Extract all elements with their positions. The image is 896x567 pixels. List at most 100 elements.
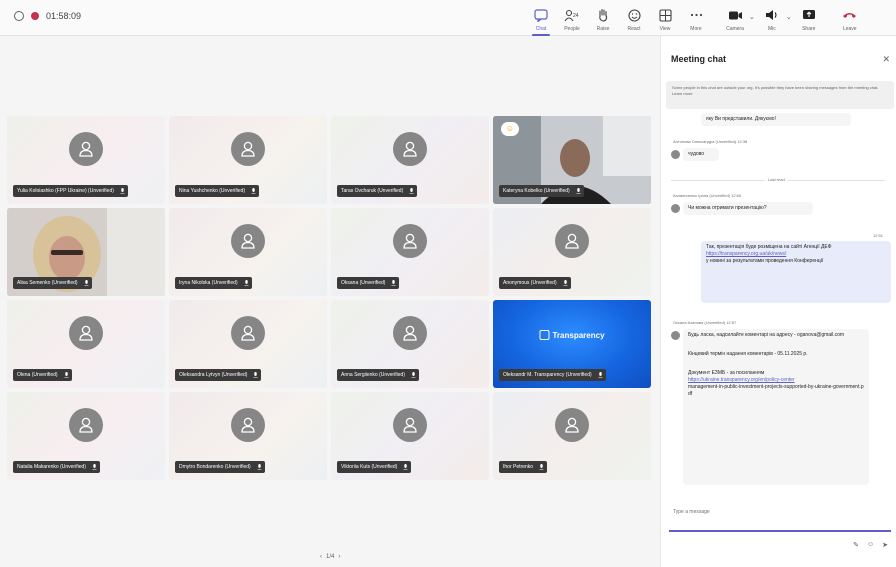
participant-tile[interactable]: Anna Sergiienko (Unverified) — [331, 300, 489, 388]
participant-tile[interactable]: Olena (Unverified) — [7, 300, 165, 388]
people-label: People — [564, 26, 580, 32]
avatar — [69, 132, 103, 167]
participant-tile[interactable]: Oksana (Unverified) — [331, 208, 489, 296]
compose-actions: ✎ ☺ ➤ — [853, 541, 888, 549]
participant-tile[interactable]: Nina Yushchenko (Unverified) — [169, 116, 327, 204]
pager-next-icon[interactable]: › — [338, 554, 340, 560]
person-icon — [403, 418, 417, 434]
more-button[interactable]: More — [683, 3, 709, 35]
avatar — [393, 224, 427, 259]
participant-tile[interactable]: Transparency Oleksandr M. Transparency (U… — [493, 300, 651, 388]
mic-muted-icon — [120, 188, 125, 194]
people-icon: 24 — [564, 7, 580, 23]
participant-name: Natalia Makarenko (Unverified) — [13, 461, 100, 473]
format-icon[interactable]: ✎ — [853, 541, 859, 549]
share-screen-icon — [801, 7, 817, 23]
meeting-chat-panel: Meeting chat ✕ Some people in this chat … — [660, 36, 896, 567]
mic-muted-icon — [251, 188, 256, 194]
meeting-status: 01:58:09 — [14, 11, 81, 21]
presentation-link[interactable]: https://transparency.org.ua/uk/news/ — [706, 251, 886, 258]
chat-messages: яку Ви представили. Дякуємо! Антонова Ол… — [661, 111, 896, 511]
share-label: Share — [802, 26, 816, 32]
participant-tile[interactable]: Dmytro Bondarenko (Unverified) — [169, 392, 327, 480]
grid-view-icon — [657, 7, 673, 23]
leave-button[interactable]: Leave — [837, 3, 863, 35]
participant-name: Anonymous (Unverified) — [499, 277, 571, 289]
participant-tile[interactable]: Natalia Makarenko (Unverified) — [7, 392, 165, 480]
participant-tile[interactable]: ☺ Kateryna Kobelko (Unverified) — [493, 116, 651, 204]
mic-muted-icon — [244, 280, 249, 286]
react-button[interactable]: React — [621, 3, 647, 35]
mic-muted-icon — [84, 280, 89, 286]
avatar — [393, 316, 427, 351]
video-stage: Yulia Koloiashko (FPP Ukraine) (Unverifi… — [0, 36, 660, 567]
more-label: More — [690, 26, 702, 32]
share-button[interactable]: Share — [796, 3, 822, 35]
mic-muted-icon — [576, 188, 581, 194]
camera-options-chevron-icon[interactable]: ⌄ — [749, 13, 755, 35]
chat-message: яку Ви представили. Дякуємо! — [701, 113, 851, 126]
person-icon — [241, 326, 255, 342]
phone-hangup-icon — [842, 7, 858, 23]
chat-compose-input[interactable]: Type a message — [669, 504, 891, 532]
people-button[interactable]: 24 People — [559, 3, 585, 35]
chat-label: Chat — [535, 26, 547, 32]
mic-options-chevron-icon[interactable]: ⌄ — [786, 13, 792, 35]
participant-tile[interactable]: Taras Ovcharuk (Unverified) — [331, 116, 489, 204]
meeting-timer: 01:58:09 — [46, 11, 82, 21]
person-icon — [241, 234, 255, 250]
participant-name: Iryna Nikolska (Unverified) — [175, 277, 252, 289]
mic-button[interactable]: Mic — [759, 3, 785, 35]
participant-name: Ihor Petrenko — [499, 461, 548, 473]
participant-name: Taras Ovcharuk (Unverified) — [337, 185, 418, 197]
chat-message: Будь ласка, надсилайте коментарі на адре… — [683, 329, 869, 485]
person-icon — [403, 326, 417, 342]
participant-name: Viktoriia Kuts (Unverified) — [337, 461, 412, 473]
pager-prev-icon[interactable]: ‹ — [320, 554, 322, 560]
emoji-icon[interactable]: ☺ — [867, 541, 874, 549]
camera-label: Camera — [726, 26, 744, 32]
mic-muted-icon — [598, 372, 603, 378]
chat-button[interactable]: Chat — [528, 3, 554, 36]
mic-muted-icon — [409, 188, 414, 194]
document-link[interactable]: https://ukraine.transparency.org/en/poli… — [688, 377, 864, 384]
mic-muted-icon — [64, 372, 69, 378]
participant-tile[interactable]: Alisa Semenko (Unverified) — [7, 208, 165, 296]
mic-muted-icon — [539, 464, 544, 470]
avatar — [555, 408, 589, 443]
participant-tile[interactable]: Oleksandra Lytvyn (Unverified) — [169, 300, 327, 388]
avatar — [671, 150, 680, 159]
pager-label: 1/4 — [326, 554, 335, 560]
mic-muted-icon — [253, 372, 258, 378]
message-meta: Антонова Олександра (Unverified) 12:38 — [673, 139, 748, 144]
camera-button[interactable]: Camera — [722, 3, 748, 35]
shared-screen-logo: Transparency — [539, 330, 605, 340]
send-icon[interactable]: ➤ — [882, 541, 888, 549]
participant-tile[interactable]: Ihor Petrenko — [493, 392, 651, 480]
people-count: 24 — [573, 13, 579, 19]
close-icon[interactable]: ✕ — [882, 54, 890, 65]
participant-tile[interactable]: Viktoriia Kuts (Unverified) — [331, 392, 489, 480]
participant-tile[interactable]: Anonymous (Unverified) — [493, 208, 651, 296]
person-icon — [565, 418, 579, 434]
raise-hand-button[interactable]: Raise — [590, 3, 616, 35]
smiley-icon — [626, 7, 642, 23]
person-icon — [403, 142, 417, 158]
speaker-icon — [764, 7, 780, 23]
avatar — [393, 132, 427, 167]
participant-name: Alisa Semenko (Unverified) — [13, 277, 92, 289]
participant-grid: Yulia Koloiashko (FPP Ukraine) (Unverifi… — [7, 116, 659, 480]
avatar — [231, 316, 265, 351]
participant-name: Yulia Koloiashko (FPP Ukraine) (Unverifi… — [13, 185, 128, 197]
avatar — [393, 408, 427, 443]
person-icon — [79, 326, 93, 342]
participant-name: Oleksandra Lytvyn (Unverified) — [175, 369, 262, 381]
avatar — [231, 224, 265, 259]
gallery-pager[interactable]: ‹ 1/4 › — [320, 554, 340, 560]
chat-icon — [533, 7, 549, 23]
participant-tile[interactable]: Yulia Koloiashko (FPP Ukraine) (Unverifi… — [7, 116, 165, 204]
view-button[interactable]: View — [652, 3, 678, 35]
person-icon — [241, 142, 255, 158]
participant-tile[interactable]: Iryna Nikolska (Unverified) — [169, 208, 327, 296]
shield-icon[interactable] — [14, 11, 24, 21]
